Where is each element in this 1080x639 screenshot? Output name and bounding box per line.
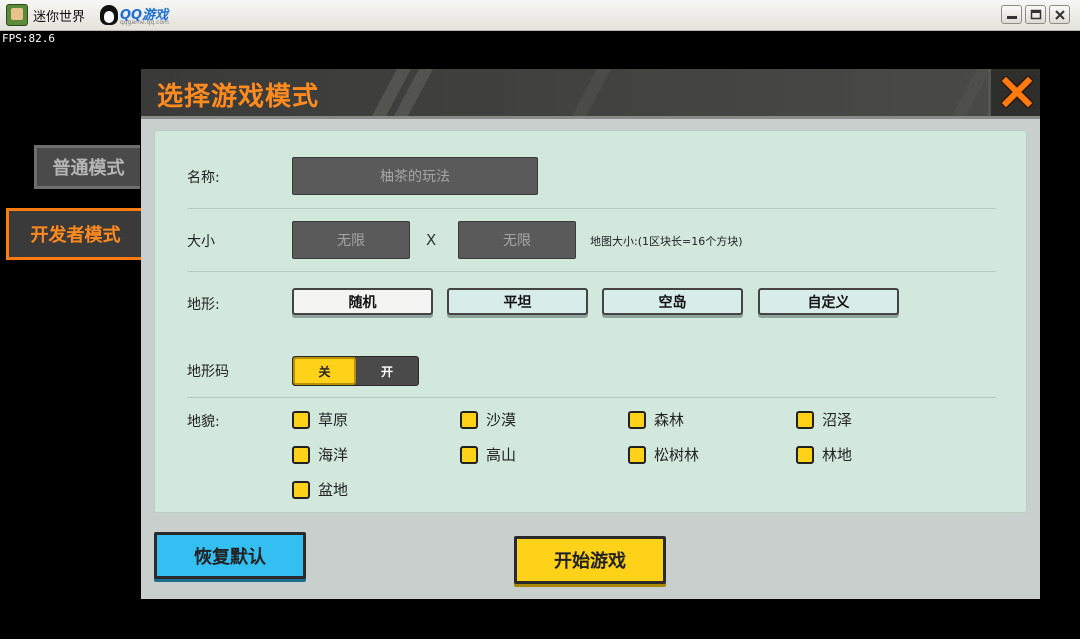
close-icon (1001, 76, 1033, 108)
maximize-icon (1030, 9, 1042, 20)
landform-label: 地貌: (187, 414, 220, 430)
landform-ocean[interactable]: 海洋 (292, 444, 348, 465)
world-name-input[interactable]: 柚茶的玩法 (292, 157, 538, 195)
divider (187, 208, 996, 209)
checkbox[interactable] (796, 445, 814, 464)
restore-defaults-button[interactable]: 恢复默认 (154, 532, 306, 579)
checkbox[interactable] (460, 445, 478, 464)
start-game-button[interactable]: 开始游戏 (514, 536, 666, 584)
map-width-input[interactable]: 无限 (292, 221, 410, 259)
settings-panel: 名称: 柚茶的玩法 大小 无限 X 无限 地图大小:(1区块长=16个方块) 地… (154, 130, 1027, 513)
size-label: 大小 (187, 234, 215, 250)
dialog-close-button[interactable] (988, 69, 1040, 116)
tab-normal-mode[interactable]: 普通模式 (34, 145, 140, 189)
fps-counter: FPS:82.6 (2, 32, 55, 45)
landform-woodland[interactable]: 林地 (796, 444, 852, 465)
size-separator: X (426, 231, 437, 249)
map-size-hint: 地图大小:(1区块长=16个方块) (590, 235, 743, 248)
landform-mountain[interactable]: 高山 (460, 444, 516, 465)
landform-pine-forest[interactable]: 松树林 (628, 444, 699, 465)
qq-penguin-icon (100, 5, 118, 25)
window-titlebar: 迷你世界 QQ游戏 qqgame.qq.com (0, 0, 1080, 31)
terrain-code-label: 地形码 (187, 364, 229, 380)
name-label: 名称: (187, 170, 220, 186)
minimize-button[interactable] (1001, 5, 1022, 24)
landform-desert[interactable]: 沙漠 (460, 409, 516, 430)
game-mode-dialog: 选择游戏模式 名称: 柚茶的玩法 大小 无限 X 无限 地图大小:(1区块长=1… (141, 69, 1040, 599)
dialog-title: 选择游戏模式 (157, 82, 320, 112)
checkbox[interactable] (292, 480, 310, 499)
qq-game-logo: QQ游戏 qqgame.qq.com (100, 3, 170, 27)
app-title: 迷你世界 (33, 10, 86, 25)
minimize-icon (1007, 16, 1017, 19)
map-height-input[interactable]: 无限 (458, 221, 576, 259)
landform-swamp[interactable]: 沼泽 (796, 409, 852, 430)
checkbox[interactable] (628, 445, 646, 464)
checkbox[interactable] (292, 410, 310, 429)
checkbox[interactable] (796, 410, 814, 429)
close-window-button[interactable] (1049, 5, 1070, 24)
checkbox[interactable] (628, 410, 646, 429)
checkbox[interactable] (460, 410, 478, 429)
terrain-code-toggle[interactable]: 关 开 (292, 356, 419, 386)
terrain-option-custom[interactable]: 自定义 (758, 288, 899, 315)
tab-developer-mode[interactable]: 开发者模式 (6, 208, 142, 260)
terrain-code-on[interactable]: 开 (356, 357, 418, 385)
divider (187, 397, 996, 398)
dialog-header: 选择游戏模式 (141, 69, 1040, 116)
app-icon (6, 4, 28, 26)
terrain-code-off[interactable]: 关 (293, 357, 356, 385)
landform-basin[interactable]: 盆地 (292, 479, 348, 500)
divider (187, 271, 996, 272)
maximize-button[interactable] (1025, 5, 1046, 24)
terrain-option-flat[interactable]: 平坦 (447, 288, 588, 315)
terrain-option-random[interactable]: 随机 (292, 288, 433, 315)
landform-grassland[interactable]: 草原 (292, 409, 348, 430)
terrain-option-sky-island[interactable]: 空岛 (602, 288, 743, 315)
landform-forest[interactable]: 森林 (628, 409, 684, 430)
close-icon (1055, 10, 1065, 20)
checkbox[interactable] (292, 445, 310, 464)
terrain-label: 地形: (187, 297, 220, 313)
qq-logo-sub: qqgame.qq.com (120, 19, 169, 26)
